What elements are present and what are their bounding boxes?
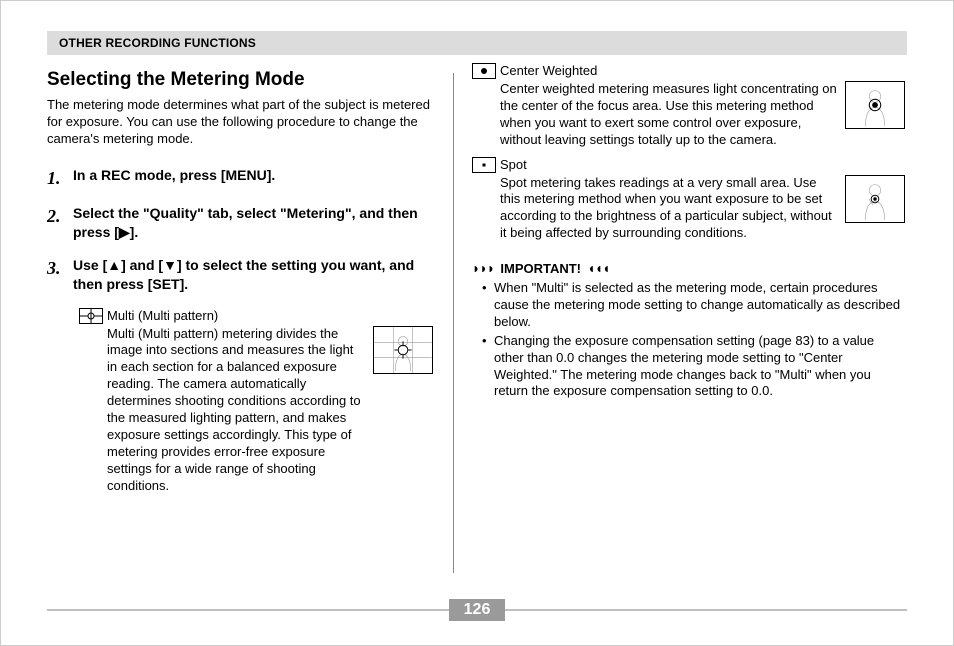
center-weighted-icon bbox=[472, 63, 496, 79]
content-columns: Selecting the Metering Mode The metering… bbox=[47, 63, 907, 573]
bullet-text: Changing the exposure compensation setti… bbox=[494, 333, 907, 401]
important-bullets: When "Multi" is selected as the metering… bbox=[472, 280, 907, 400]
mode-multi: Multi (Multi pattern) Multi (Multi patte… bbox=[47, 308, 435, 495]
left-arrows-icon: ◖◖◖ bbox=[587, 260, 609, 276]
mode-spot-illustration bbox=[845, 175, 907, 243]
section-title: Selecting the Metering Mode bbox=[47, 69, 435, 91]
mode-center-desc: Center weighted metering measures light … bbox=[500, 81, 845, 149]
mode-center-label: Center Weighted bbox=[500, 63, 597, 78]
step-1: In a REC mode, press [MENU]. bbox=[47, 166, 435, 190]
mode-center-illustration bbox=[845, 81, 907, 149]
step-3: Use [▲] and [▼] to select the setting yo… bbox=[47, 256, 435, 294]
step-text: Select the "Quality" tab, select "Meteri… bbox=[73, 204, 435, 242]
mode-spot-label: Spot bbox=[500, 157, 527, 172]
multi-pattern-illustration-icon bbox=[374, 327, 432, 373]
manual-page: OTHER RECORDING FUNCTIONS Selecting the … bbox=[0, 0, 954, 646]
page-number: 126 bbox=[449, 599, 505, 621]
important-label: IMPORTANT! bbox=[500, 261, 581, 276]
mode-spot-title-row: Spot bbox=[472, 157, 907, 173]
spot-metering-illustration-icon bbox=[846, 176, 904, 222]
spot-metering-icon bbox=[472, 157, 496, 173]
mode-multi-illustration bbox=[373, 326, 435, 495]
right-arrows-icon: ◗◗◗ bbox=[472, 260, 494, 276]
steps-list: In a REC mode, press [MENU]. Select the … bbox=[47, 166, 435, 294]
bullet-text: When "Multi" is selected as the metering… bbox=[494, 280, 907, 331]
mode-multi-desc: Multi (Multi pattern) metering divides t… bbox=[107, 326, 373, 495]
mode-center-title-row: Center Weighted bbox=[472, 63, 907, 79]
important-header: ◗◗◗ IMPORTANT! ◖◖◖ bbox=[472, 260, 907, 276]
page-inner: OTHER RECORDING FUNCTIONS Selecting the … bbox=[1, 1, 953, 573]
section-intro: The metering mode determines what part o… bbox=[47, 97, 435, 148]
mode-spot-desc: Spot metering takes readings at a very s… bbox=[500, 175, 845, 243]
mode-multi-title-row: Multi (Multi pattern) bbox=[79, 308, 435, 324]
left-column: Selecting the Metering Mode The metering… bbox=[47, 63, 453, 573]
center-weighted-illustration-icon bbox=[846, 82, 904, 128]
step-2: Select the "Quality" tab, select "Meteri… bbox=[47, 204, 435, 242]
mode-multi-label: Multi (Multi pattern) bbox=[107, 308, 218, 323]
important-bullet-2: Changing the exposure compensation setti… bbox=[482, 333, 907, 401]
step-text: In a REC mode, press [MENU]. bbox=[73, 166, 275, 190]
page-footer: 126 bbox=[47, 599, 907, 621]
mode-center: Center Weighted Center weighted metering… bbox=[472, 63, 907, 149]
right-column: Center Weighted Center weighted metering… bbox=[454, 63, 907, 573]
mode-spot: Spot Spot metering takes readings at a v… bbox=[472, 157, 907, 243]
multi-pattern-icon bbox=[79, 308, 103, 324]
important-bullet-1: When "Multi" is selected as the metering… bbox=[482, 280, 907, 331]
page-header: OTHER RECORDING FUNCTIONS bbox=[47, 31, 907, 55]
step-text: Use [▲] and [▼] to select the setting yo… bbox=[73, 256, 435, 294]
